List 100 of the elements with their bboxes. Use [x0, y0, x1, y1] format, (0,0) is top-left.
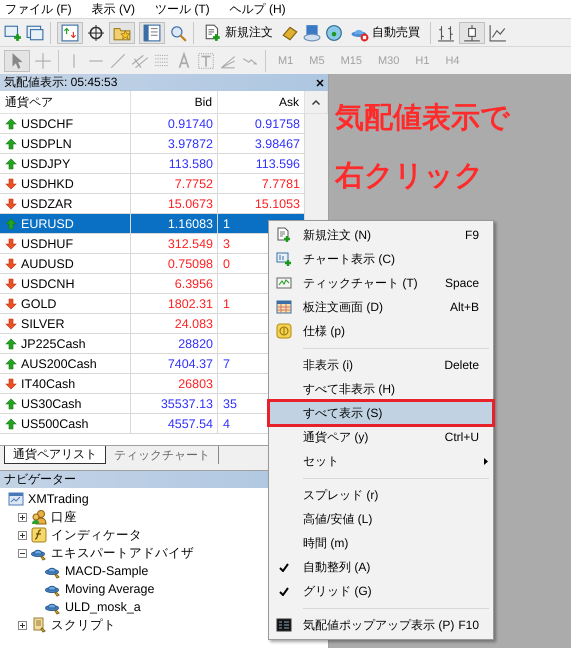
submenu-arrow-icon: [484, 458, 488, 464]
symbol-name: USDJPY: [21, 156, 70, 170]
bid-cell: 15.0673: [131, 194, 218, 214]
menu-item[interactable]: ファイル (F): [3, 0, 82, 18]
expand-icon[interactable]: [18, 512, 27, 522]
symbol-cell[interactable]: USDJPY: [0, 154, 131, 174]
bid-cell: 35537.13: [131, 394, 218, 414]
symbol-cell[interactable]: AUDUSD: [0, 254, 131, 274]
context-menu-item[interactable]: 気配値ポップアップ表示 (P) F10: [269, 613, 493, 637]
symbol-cell[interactable]: US500Cash: [0, 414, 131, 434]
panel-title: ナビゲーター: [4, 471, 76, 488]
symbol-cell[interactable]: USDCNH: [0, 274, 131, 294]
symbol-cell[interactable]: USDPLN: [0, 134, 131, 154]
tree-item[interactable]: インディケータ: [51, 526, 142, 544]
symbol-name: USDPLN: [21, 136, 72, 150]
annotation-text: 気配値表示で: [335, 101, 511, 136]
symbol-cell[interactable]: JP225Cash: [0, 334, 131, 354]
document-plus-icon: [276, 227, 292, 243]
function-icon: [31, 527, 47, 543]
symbol-name: USDZAR: [21, 196, 72, 210]
ask-cell: 3.98467: [218, 134, 305, 154]
symbol-name: US30Cash: [21, 396, 82, 410]
symbol-cell[interactable]: AUS200Cash: [0, 354, 131, 374]
signal-icon[interactable]: [325, 24, 343, 42]
symbol-name: SILVER: [21, 316, 65, 330]
symbol-name: AUDUSD: [21, 256, 74, 270]
bid-cell: 6.3956: [131, 274, 218, 294]
symbol-name: USDHKD: [21, 176, 74, 190]
bid-cell: 4557.54: [131, 414, 218, 434]
coin-icon: [276, 323, 292, 339]
symbol-cell[interactable]: USDCHF: [0, 114, 131, 134]
menu-item[interactable]: 表示 (V): [90, 0, 145, 18]
symbol-name: USDHUF: [21, 236, 74, 250]
tree-item[interactable]: XMTrading: [28, 492, 89, 506]
panel-icon[interactable]: [143, 24, 161, 42]
candlestick-icon[interactable]: [463, 24, 481, 42]
bid-cell: 7404.37: [131, 354, 218, 374]
document-plus-icon[interactable]: [204, 24, 222, 42]
bid-cell: 3.97872: [131, 134, 218, 154]
context-menu-item[interactable]: スプレッド (r): [269, 483, 493, 507]
ask-cell: 0.91758: [218, 114, 305, 134]
symbol-cell[interactable]: USDZAR: [0, 194, 131, 214]
scroll-icon: [31, 617, 47, 633]
bid-cell: 26803: [131, 374, 218, 394]
menu-item[interactable]: ツール (T): [153, 0, 220, 18]
context-menu-item[interactable]: セット: [269, 449, 493, 473]
symbol-cell[interactable]: GOLD: [0, 294, 131, 314]
expand-icon[interactable]: [18, 530, 27, 540]
symbol-cell[interactable]: EURUSD: [0, 214, 131, 234]
tab[interactable]: 通貨ペアリスト: [4, 446, 106, 464]
popup-window-icon: [276, 617, 292, 633]
close-icon[interactable]: [316, 78, 324, 86]
toolbar-button[interactable]: 新規注文: [200, 22, 277, 44]
chart-plus-icon: [276, 251, 292, 267]
symbol-name: EURUSD: [21, 216, 74, 230]
bar-chart-icon[interactable]: [437, 24, 455, 42]
tick-chart-icon: [276, 275, 292, 291]
context-menu-item[interactable]: 高値/安値 (L): [269, 507, 493, 531]
expand-icon[interactable]: [18, 620, 27, 630]
terminal-icon: [8, 491, 24, 507]
check-icon: [279, 562, 289, 572]
bid-cell: 28820: [131, 334, 218, 354]
context-menu-item[interactable]: 時間 (m): [269, 531, 493, 555]
toolbar-button[interactable]: 自動売買: [347, 22, 424, 44]
symbol-cell[interactable]: USDHKD: [0, 174, 131, 194]
annotation-text: 右クリック: [335, 159, 485, 194]
tree-item[interactable]: MACD-Sample: [65, 564, 148, 578]
symbol-cell[interactable]: IT40Cash: [0, 374, 131, 394]
bid-cell: 1802.31: [131, 294, 218, 314]
symbol-name: USDCNH: [21, 276, 74, 290]
scroll-up-button[interactable]: [305, 91, 328, 114]
bid-cell: 24.083: [131, 314, 218, 334]
context-menu-item[interactable]: 自動整列 (A): [269, 555, 493, 579]
check-icon: [279, 586, 289, 596]
context-menu-item[interactable]: ティックチャート (T) Space: [269, 271, 493, 295]
tree-item[interactable]: 口座: [51, 508, 77, 526]
chart-plus-icon[interactable]: [4, 24, 22, 42]
crosshair-icon[interactable]: [87, 24, 105, 42]
ask-cell: 15.1053: [218, 194, 305, 214]
collapse-icon[interactable]: [18, 548, 27, 558]
window-stack-icon[interactable]: [26, 24, 44, 42]
magnifier-icon[interactable]: [169, 24, 187, 42]
tree-item[interactable]: エキスパートアドバイザ: [51, 544, 194, 562]
tree-item[interactable]: スクリプト: [51, 616, 116, 634]
symbol-cell[interactable]: SILVER: [0, 314, 131, 334]
symbol-cell[interactable]: USDHUF: [0, 234, 131, 254]
symbol-name: USDCHF: [21, 116, 74, 130]
tree-item[interactable]: Moving Average: [65, 582, 154, 596]
bid-cell: 7.7752: [131, 174, 218, 194]
arrows-icon[interactable]: [61, 24, 79, 42]
context-menu-item[interactable]: 仕様 (p): [269, 319, 493, 343]
context-menu-item[interactable]: すべて表示 (S): [269, 401, 493, 425]
tree-item[interactable]: ULD_mosk_a: [65, 600, 141, 614]
line-chart-icon[interactable]: [489, 24, 507, 42]
symbol-name: GOLD: [21, 296, 56, 310]
symbol-name: US500Cash: [21, 416, 88, 430]
symbol-cell[interactable]: US30Cash: [0, 394, 131, 414]
menu-item[interactable]: ヘルプ (H): [228, 0, 296, 18]
panel-title: 気配値表示: 05:45:53: [4, 74, 118, 91]
context-menu-item[interactable]: グリッド (G): [269, 579, 493, 603]
